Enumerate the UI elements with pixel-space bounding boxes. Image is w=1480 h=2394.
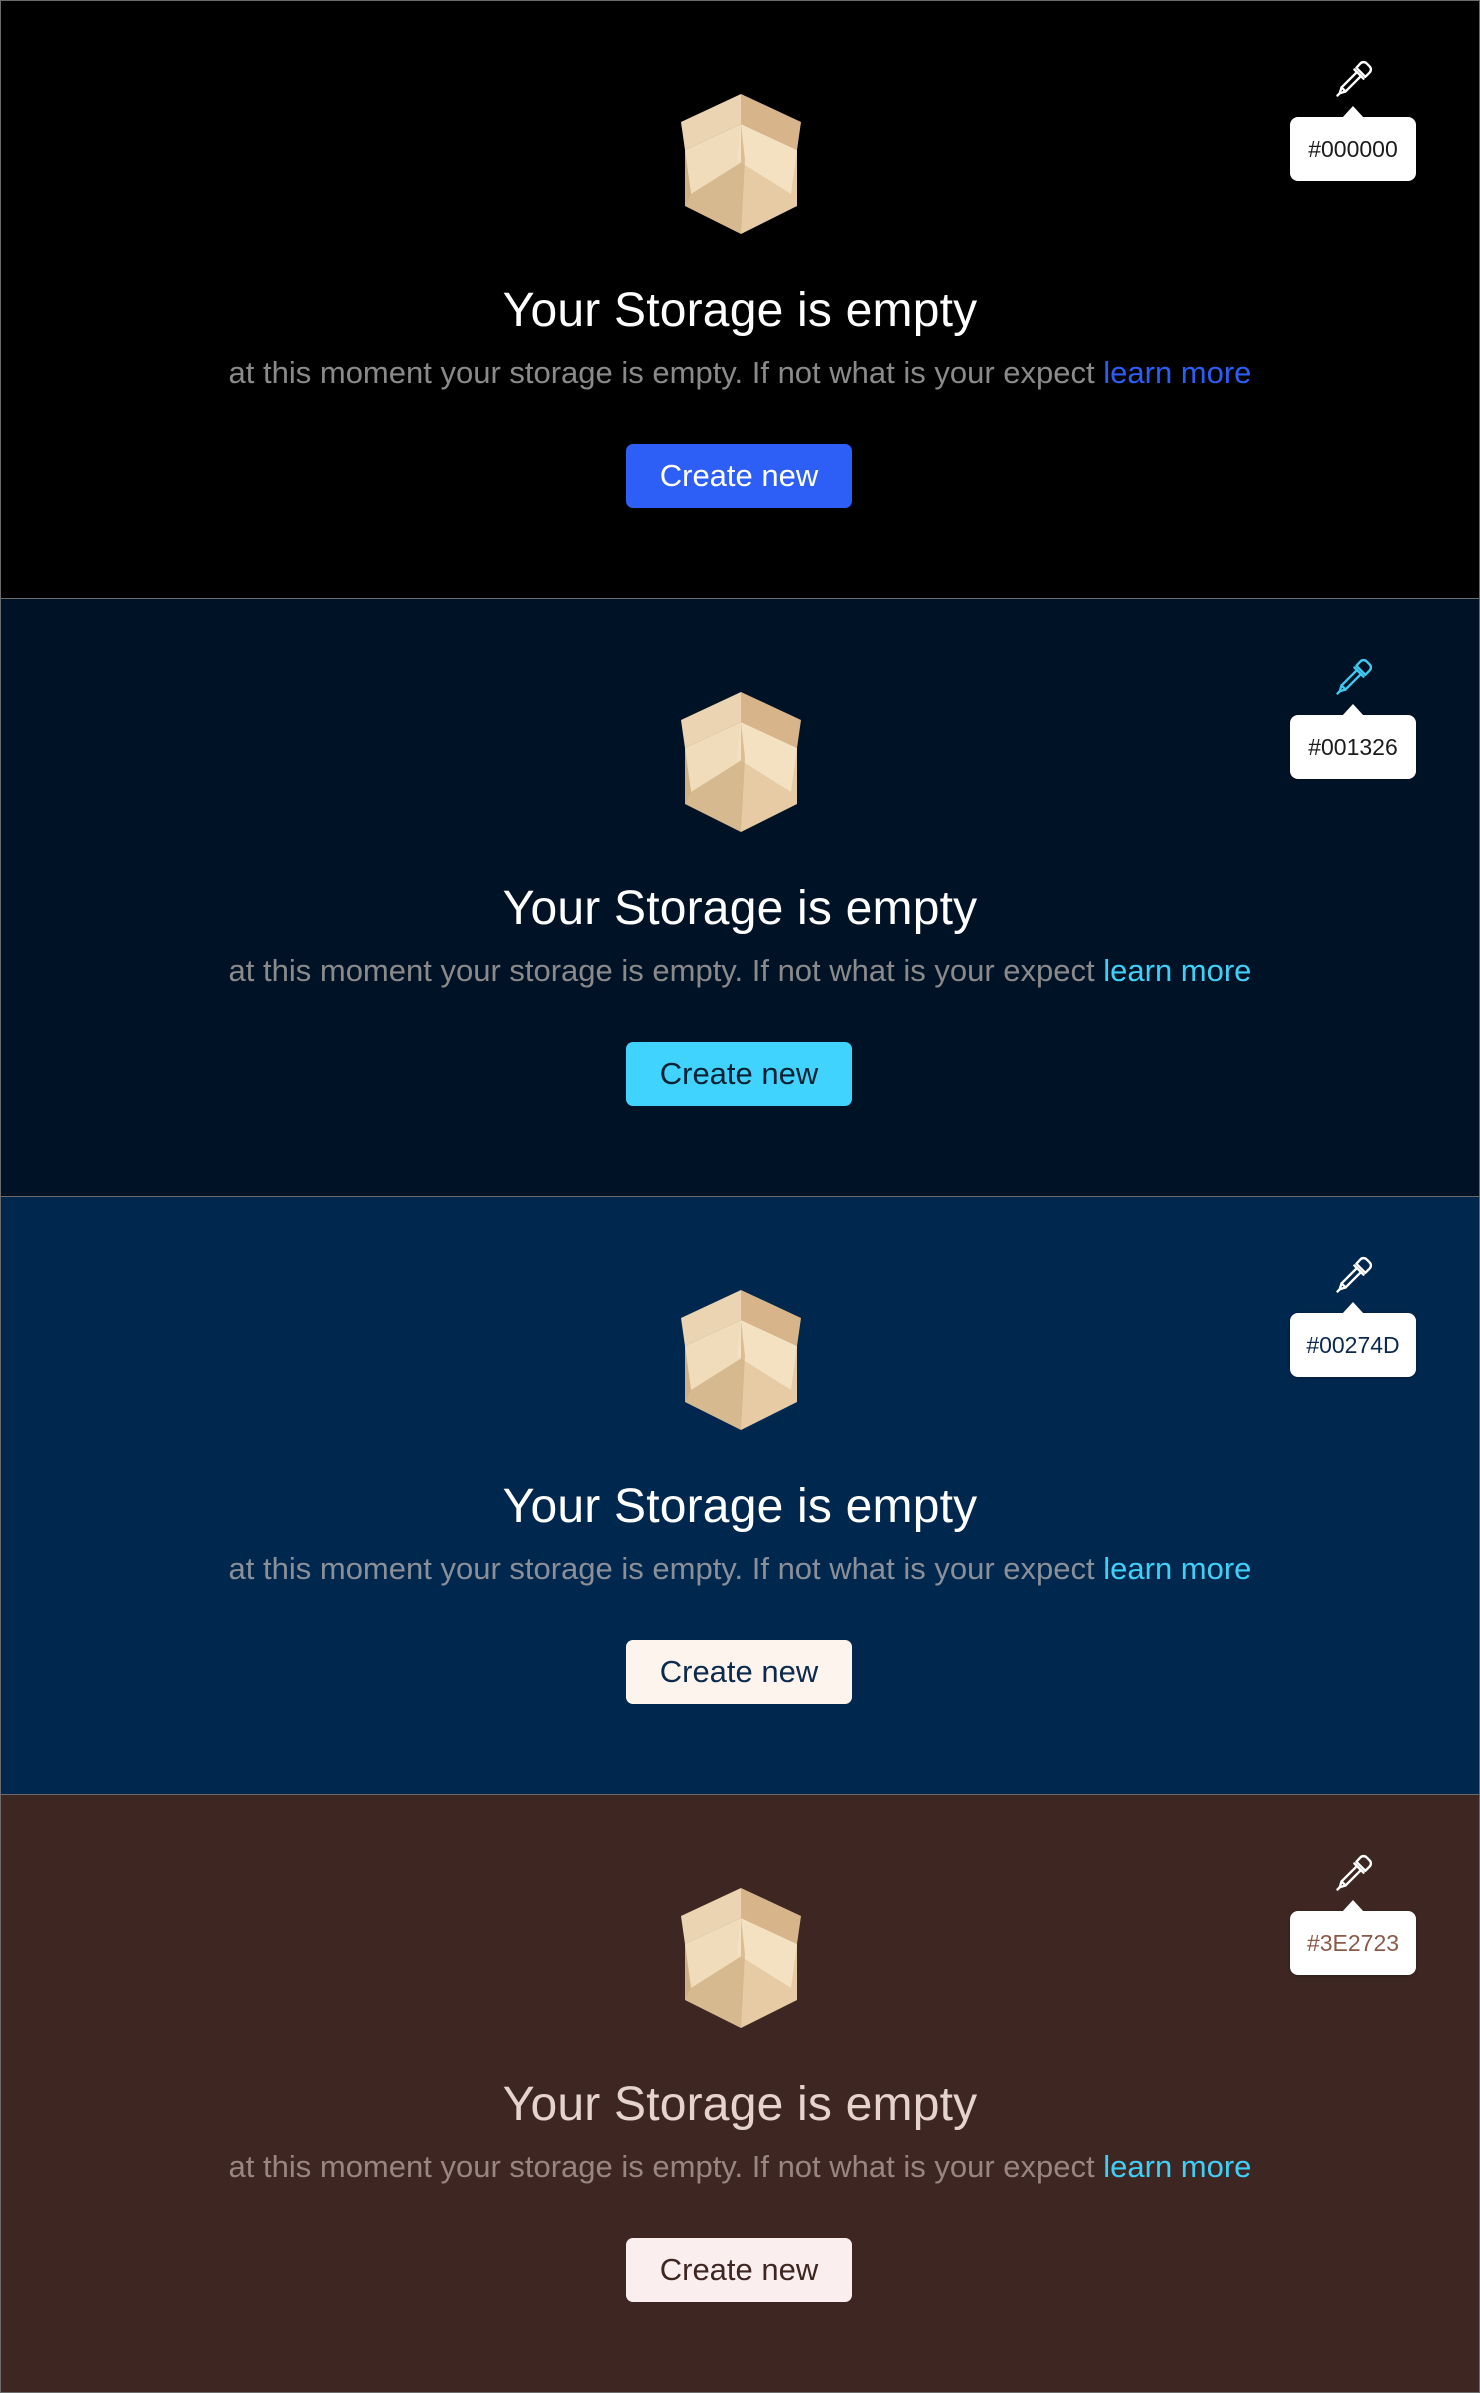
subtitle-text: at this moment your storage is empty. If… <box>228 1551 1095 1586</box>
learn-more-link[interactable]: learn more <box>1103 953 1251 988</box>
empty-state-panel-black: #000000 Your Storage is empty at this mo… <box>0 0 1480 598</box>
open-box-icon <box>681 94 801 234</box>
create-new-button[interactable]: Create new <box>626 444 852 508</box>
create-new-button[interactable]: Create new <box>626 1640 852 1704</box>
create-new-button[interactable]: Create new <box>626 1042 852 1106</box>
eyedropper-icon[interactable] <box>1332 1851 1376 1895</box>
empty-state-panel-navy-dark: #001326 Your Storage is empty at this mo… <box>0 598 1480 1196</box>
empty-title: Your Storage is empty <box>502 2078 978 2131</box>
empty-subtitle: at this moment your storage is empty. If… <box>1 2147 1479 2187</box>
hex-swatch: #000000 <box>1290 106 1416 181</box>
learn-more-link[interactable]: learn more <box>1103 2149 1251 2184</box>
subtitle-text: at this moment your storage is empty. If… <box>228 355 1095 390</box>
eyedropper-icon[interactable] <box>1332 57 1376 101</box>
empty-subtitle: at this moment your storage is empty. If… <box>1 1549 1479 1589</box>
hex-swatch: #001326 <box>1290 704 1416 779</box>
empty-state-panel-navy: #00274D Your Storage is empty at this mo… <box>0 1196 1480 1794</box>
empty-subtitle: at this moment your storage is empty. If… <box>1 353 1479 393</box>
subtitle-text: at this moment your storage is empty. If… <box>228 2149 1095 2184</box>
learn-more-link[interactable]: learn more <box>1103 1551 1251 1586</box>
color-picker[interactable]: #3E2723 <box>1290 1851 1416 1976</box>
empty-state-panel-brown: #3E2723 Your Storage is empty at this mo… <box>0 1794 1480 2393</box>
subtitle-text: at this moment your storage is empty. If… <box>228 953 1095 988</box>
hex-swatch: #3E2723 <box>1290 1900 1416 1975</box>
empty-title: Your Storage is empty <box>502 882 978 935</box>
open-box-icon <box>681 1888 801 2028</box>
empty-subtitle: at this moment your storage is empty. If… <box>1 951 1479 991</box>
color-picker[interactable]: #000000 <box>1290 57 1416 182</box>
empty-title: Your Storage is empty <box>502 1480 978 1533</box>
create-new-button[interactable]: Create new <box>626 2238 852 2302</box>
hex-swatch: #00274D <box>1290 1302 1416 1377</box>
learn-more-link[interactable]: learn more <box>1103 355 1251 390</box>
eyedropper-icon[interactable] <box>1332 1253 1376 1297</box>
empty-title: Your Storage is empty <box>502 284 978 337</box>
color-picker[interactable]: #001326 <box>1290 655 1416 780</box>
open-box-icon <box>681 1290 801 1430</box>
color-picker[interactable]: #00274D <box>1290 1253 1416 1378</box>
open-box-icon <box>681 692 801 832</box>
empty-state-variants: #000000 Your Storage is empty at this mo… <box>0 0 1480 2394</box>
eyedropper-icon[interactable] <box>1332 655 1376 699</box>
